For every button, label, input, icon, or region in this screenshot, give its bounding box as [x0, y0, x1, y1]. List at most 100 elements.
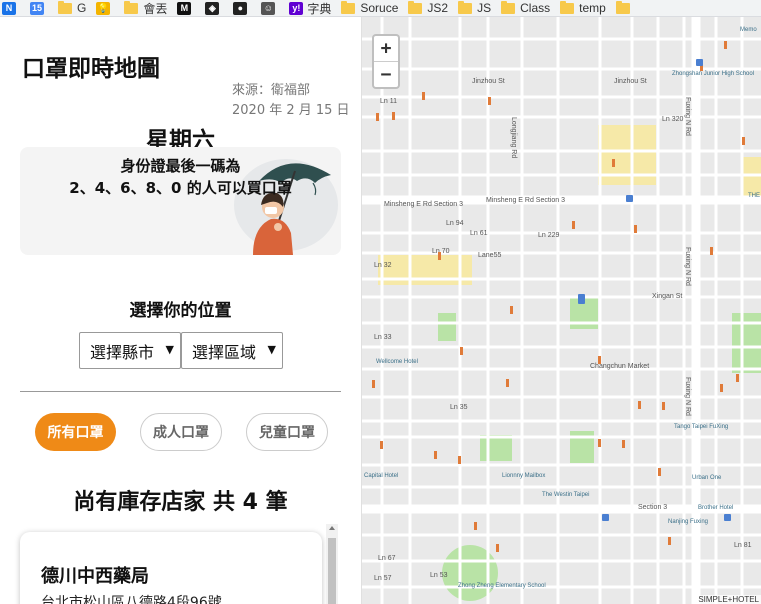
- place-label: Capital Hotel: [364, 473, 398, 479]
- calendar-icon: 15: [30, 1, 44, 15]
- restaurant-icon: [506, 379, 509, 387]
- restaurant-icon: [622, 440, 625, 448]
- restaurant-icon: [710, 247, 713, 255]
- park-area: [480, 435, 512, 461]
- bookmark-0[interactable]: N: [2, 0, 20, 16]
- bookmark-11[interactable]: JS2: [408, 0, 448, 16]
- road-label: Lane55: [478, 252, 501, 259]
- bulb-icon: 💡: [96, 1, 111, 15]
- github-icon: ●: [233, 1, 248, 15]
- bookmark-3[interactable]: 💡: [96, 0, 114, 16]
- rule-line-2: 2、4、6、8、0 的人可以買口罩: [69, 179, 292, 197]
- map-background: [362, 17, 761, 604]
- filter-all-masks-button[interactable]: 所有口罩: [35, 413, 116, 451]
- folder-icon: [124, 0, 139, 14]
- place-label: Urban One: [692, 475, 722, 481]
- restaurant-icon: [724, 41, 727, 49]
- purchase-rule-box: 身份證最後一碼為 2、4、6、8、0 的人可以買口罩: [20, 147, 341, 255]
- bookmark-label: 會丟: [143, 1, 168, 16]
- county-select-value: 選擇縣市: [90, 342, 155, 362]
- restaurant-icon: [612, 159, 615, 167]
- store-address: 台北市松山區八德路4段96號: [41, 595, 222, 604]
- bookmark-14[interactable]: temp: [560, 0, 606, 16]
- road-label: Ln 11: [380, 98, 397, 105]
- bookmark-12[interactable]: JS: [458, 0, 491, 16]
- source-text: 來源：衛福部: [232, 83, 311, 98]
- restaurant-icon: [460, 347, 463, 355]
- place-label: Wellcome Hotel: [376, 359, 418, 365]
- codepen-icon: ◈: [205, 1, 220, 15]
- road-label: Ln 53: [430, 572, 448, 579]
- bookmark-label: G: [77, 1, 87, 15]
- place-label: The Westin Taipei: [542, 492, 589, 498]
- map-tiles[interactable]: Jinzhou St Jinzhou St Minsheng E Rd Sectio…: [362, 17, 761, 604]
- store-list-scrollbar[interactable]: [326, 524, 338, 604]
- bookmark-10[interactable]: Soruce: [341, 0, 398, 16]
- county-select[interactable]: 選擇縣市 ▼: [79, 332, 181, 369]
- map-attribution: SIMPLE+HOTEL: [696, 595, 761, 604]
- road-label: Ln 33: [374, 334, 392, 341]
- restaurant-icon: [598, 439, 601, 447]
- road-label: Xingan St: [652, 293, 682, 300]
- park-area: [442, 545, 498, 601]
- avatar-icon: ☺: [261, 1, 276, 15]
- place-label: THE: [748, 193, 760, 199]
- district-select-value: 選擇區域: [192, 342, 257, 362]
- restaurant-icon: [376, 113, 379, 121]
- store-name: 德川中西藥局: [41, 566, 149, 587]
- restaurant-icon: [392, 112, 395, 120]
- bookmark-6[interactable]: ◈: [205, 0, 223, 16]
- road-label: Ln 94: [446, 220, 464, 227]
- bookmark-4[interactable]: 會丟: [124, 0, 167, 16]
- road-label: Ln 35: [450, 404, 468, 411]
- map[interactable]: Jinzhou St Jinzhou St Minsheng E Rd Sectio…: [362, 17, 761, 604]
- transit-icon: [696, 59, 703, 66]
- bookmark-9[interactable]: y! 字典: [289, 0, 331, 16]
- bookmark-label: JS: [477, 1, 492, 15]
- road-label: Ln 32: [374, 262, 392, 269]
- road-label: Fuxing N Rd: [684, 377, 691, 416]
- filter-adult-masks-button[interactable]: 成人口罩: [140, 413, 222, 451]
- filter-child-masks-button[interactable]: 兒童口罩: [246, 413, 328, 451]
- restaurant-icon: [434, 451, 437, 459]
- road-label: Fuxing N Rd: [684, 97, 691, 136]
- chevron-down-icon: ▼: [267, 343, 276, 356]
- bookmark-2[interactable]: G: [58, 0, 86, 16]
- folder-icon: [615, 0, 630, 14]
- zoom-control: + −: [372, 34, 400, 89]
- restaurant-icon: [474, 522, 477, 530]
- restaurant-icon: [510, 306, 513, 314]
- place-label: Tango Taipei FuXing: [674, 424, 728, 430]
- scroll-up-arrow-icon[interactable]: [329, 526, 335, 530]
- restaurant-icon: [742, 137, 745, 145]
- folder-icon: [408, 0, 423, 14]
- restaurant-icon: [422, 92, 425, 100]
- bookmark-label: JS2: [427, 1, 449, 15]
- store-card[interactable]: 德川中西藥局 台北市松山區八德路4段96號: [20, 532, 322, 604]
- bookmark-5[interactable]: M: [177, 0, 195, 16]
- bookmark-8[interactable]: ☺: [261, 0, 279, 16]
- folder-icon: [458, 0, 473, 14]
- road-label: Ln 81: [734, 542, 752, 549]
- transit-icon: [626, 195, 633, 202]
- restaurant-icon: [488, 97, 491, 105]
- bookmark-15[interactable]: [615, 0, 635, 16]
- place-label: Zhongshan Junior High School: [672, 71, 754, 77]
- scroll-thumb[interactable]: [328, 538, 336, 604]
- zoom-in-button[interactable]: +: [374, 36, 398, 62]
- restaurant-icon: [658, 468, 661, 476]
- restaurant-icon: [634, 225, 637, 233]
- bookmark-7[interactable]: ●: [233, 0, 251, 16]
- bookmark-label: temp: [579, 1, 606, 15]
- bookmark-label: 字典: [307, 1, 332, 16]
- bookmark-label: Soruce: [360, 1, 399, 15]
- divider: [20, 391, 341, 392]
- restaurant-icon: [662, 402, 665, 410]
- rule-line-1: 身份證最後一碼為: [120, 157, 241, 175]
- bookmark-1[interactable]: 15: [30, 0, 48, 16]
- road-label: Ln 229: [538, 232, 560, 239]
- zoom-out-button[interactable]: −: [374, 62, 398, 87]
- district-select[interactable]: 選擇區域 ▼: [181, 332, 283, 369]
- bookmark-13[interactable]: Class: [501, 0, 550, 16]
- road-label: Minsheng E Rd Section 3: [486, 197, 565, 204]
